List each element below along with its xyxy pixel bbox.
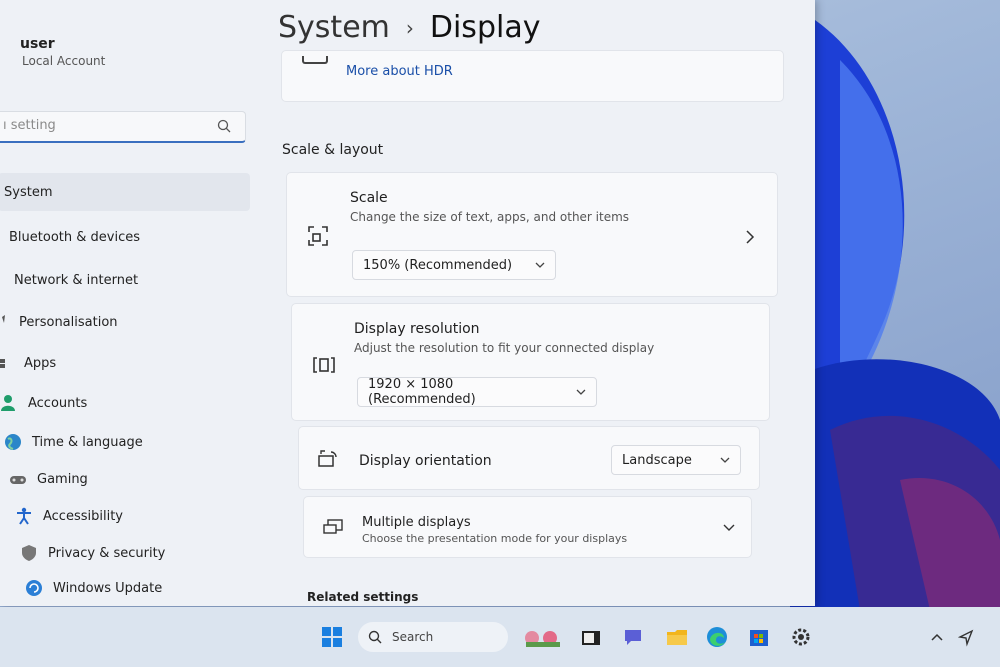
page-title: Display	[429, 10, 541, 45]
sidebar: user Local Account System Bluetooth & de…	[0, 0, 260, 606]
sidebar-item-label: Accessibility	[43, 508, 123, 524]
settings-window: user Local Account System Bluetooth & de…	[0, 0, 815, 606]
shield-icon	[22, 545, 36, 561]
hdr-card: More about HDR	[281, 50, 784, 102]
sidebar-item-label: Network & internet	[14, 272, 139, 288]
sidebar-item-gaming[interactable]: Gaming	[9, 460, 249, 498]
sidebar-item-label: Personalisation	[19, 314, 118, 330]
location-icon[interactable]	[958, 626, 974, 648]
gamepad-icon	[10, 476, 26, 484]
sidebar-item-apps[interactable]: Apps	[0, 344, 250, 382]
chevron-down-icon	[576, 389, 586, 395]
brush-icon	[2, 315, 5, 323]
store-icon[interactable]	[748, 626, 770, 648]
sidebar-item-system[interactable]: System	[0, 173, 250, 211]
multiple-displays-icon	[323, 519, 343, 534]
sidebar-item-privacy[interactable]: Privacy & security	[20, 534, 250, 572]
breadcrumb: System › Display	[278, 10, 540, 45]
taskbar: Search	[0, 607, 1000, 667]
sidebar-item-label: Privacy & security	[48, 545, 166, 561]
display-resolution-dropdown[interactable]: 1920 × 1080 (Recommended)	[357, 377, 597, 407]
breadcrumb-parent[interactable]: System	[278, 10, 390, 45]
task-view-icon[interactable]	[580, 626, 602, 648]
breadcrumb-separator: ›	[405, 15, 414, 40]
hdr-icon	[302, 56, 328, 64]
widgets-icon[interactable]	[520, 626, 566, 648]
file-explorer-icon[interactable]	[666, 626, 688, 648]
display-resolution-value: 1920 × 1080 (Recommended)	[368, 377, 476, 407]
display-orientation-value: Landscape	[622, 452, 692, 468]
user-name: user	[20, 36, 55, 52]
edge-icon[interactable]	[706, 626, 728, 648]
accessibility-icon	[17, 507, 31, 525]
sidebar-item-accessibility[interactable]: Accessibility	[15, 497, 250, 535]
windows-start-icon[interactable]	[321, 626, 343, 648]
sidebar-item-label: System	[4, 184, 53, 200]
chevron-down-icon	[720, 457, 730, 463]
multiple-displays-card[interactable]: Multiple displays Choose the presentatio…	[303, 496, 752, 558]
chevron-right-icon[interactable]	[745, 230, 755, 244]
chevron-up-icon[interactable]	[930, 626, 944, 648]
settings-search[interactable]	[0, 111, 246, 143]
display-orientation-title: Display orientation	[359, 453, 492, 469]
scale-dropdown-value: 150% (Recommended)	[363, 257, 513, 273]
user-account-type: Local Account	[22, 54, 106, 68]
scale-icon	[308, 226, 328, 246]
sidebar-item-accounts[interactable]: Accounts	[0, 384, 250, 422]
sidebar-item-label: Apps	[24, 355, 57, 371]
scale-dropdown[interactable]: 150% (Recommended)	[352, 250, 556, 280]
taskbar-search-label: Search	[392, 630, 434, 644]
multiple-displays-subtitle: Choose the presentation mode for your di…	[362, 532, 628, 545]
chat-icon[interactable]	[622, 626, 644, 648]
scale-subtitle: Change the size of text, apps, and other…	[350, 210, 630, 224]
chevron-down-icon	[535, 262, 545, 268]
sidebar-item-network[interactable]: Network & internet	[14, 261, 250, 299]
display-orientation-card: Display orientation Landscape	[298, 426, 760, 490]
scale-layout-heading: Scale & layout	[282, 142, 384, 158]
sidebar-item-label: Windows Update	[53, 580, 163, 596]
taskbar-search[interactable]: Search	[358, 622, 508, 652]
settings-gear-icon[interactable]	[790, 626, 812, 648]
sidebar-item-time-language[interactable]: Time & language	[4, 423, 250, 461]
update-icon	[26, 580, 42, 596]
scale-card[interactable]: Scale Change the size of text, apps, and…	[286, 172, 778, 297]
resolution-icon	[313, 357, 335, 373]
sidebar-item-label: Bluetooth & devices	[9, 229, 140, 245]
globe-icon	[5, 434, 21, 450]
search-input[interactable]	[3, 118, 203, 133]
sidebar-item-personalisation[interactable]: Personalisation	[0, 303, 250, 341]
orientation-icon	[318, 450, 337, 467]
scale-title: Scale	[350, 190, 388, 206]
display-resolution-subtitle: Adjust the resolution to fit your connec…	[354, 341, 655, 355]
related-settings-heading: Related settings	[307, 590, 419, 604]
sidebar-item-label: Time & language	[32, 434, 143, 450]
multiple-displays-title: Multiple displays	[362, 515, 471, 530]
sidebar-item-bluetooth[interactable]: Bluetooth & devices	[9, 218, 249, 256]
display-orientation-dropdown[interactable]: Landscape	[611, 445, 741, 475]
sidebar-item-windows-update[interactable]: Windows Update	[25, 569, 250, 606]
apps-icon	[0, 359, 5, 368]
chevron-down-icon[interactable]	[723, 523, 735, 533]
search-icon	[368, 630, 382, 644]
sidebar-item-label: Gaming	[37, 471, 88, 487]
sidebar-item-label: Accounts	[28, 395, 88, 411]
display-resolution-title: Display resolution	[354, 321, 480, 337]
more-about-hdr-link[interactable]: More about HDR	[346, 64, 453, 79]
accounts-icon	[1, 395, 15, 411]
display-resolution-card: Display resolution Adjust the resolution…	[291, 303, 770, 421]
search-icon[interactable]	[217, 119, 231, 133]
